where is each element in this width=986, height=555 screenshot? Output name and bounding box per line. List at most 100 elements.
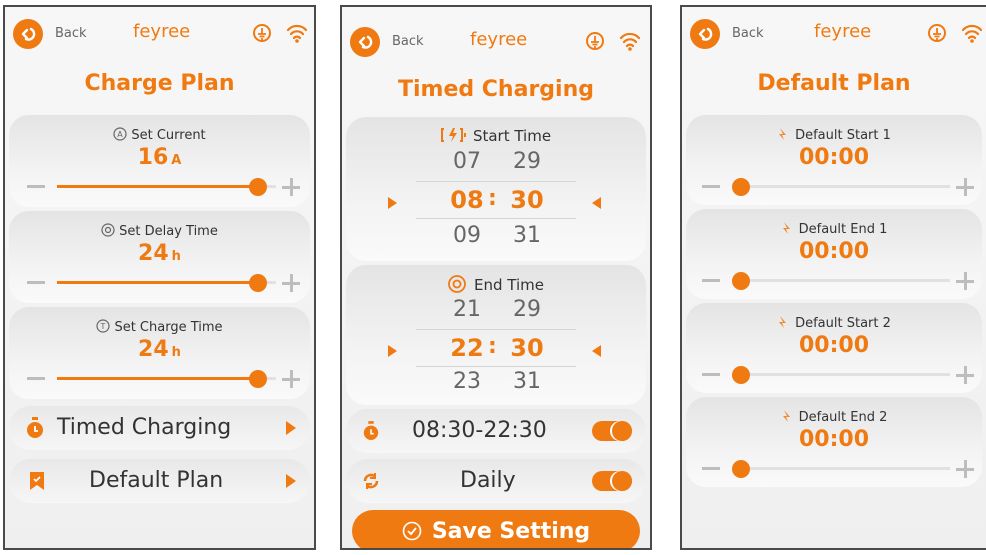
page-title: Charge Plan: [84, 71, 235, 96]
charge-time-label: T Set Charge Time: [9, 319, 310, 335]
start-minute-selected[interactable]: 30: [502, 186, 552, 214]
end-minute-selected[interactable]: 30: [502, 334, 552, 362]
repeat-row: Daily: [346, 459, 646, 503]
back-arrow-icon: [358, 35, 373, 49]
brand-logo: feyree: [133, 21, 191, 42]
chevron-right-icon: [286, 421, 296, 435]
charge-time-icon: T: [96, 319, 111, 333]
default-end-2-knob[interactable]: [732, 460, 750, 478]
increase-button[interactable]: [956, 366, 974, 384]
back-label[interactable]: Back: [732, 26, 764, 41]
wifi-icon: [961, 24, 983, 43]
delay-slider-knob[interactable]: [249, 274, 267, 292]
page-title: Default Plan: [757, 71, 911, 96]
default-end-2-card: Default End 2 00:00: [686, 397, 982, 487]
back-button[interactable]: [690, 19, 720, 49]
back-button[interactable]: [350, 27, 380, 57]
menu-label-default-plan: Default Plan: [89, 468, 224, 493]
back-label[interactable]: Back: [392, 34, 424, 49]
battery-charging-icon: [440, 128, 466, 142]
time-range-value: 08:30-22:30: [412, 418, 547, 443]
end-colon: :: [488, 334, 497, 359]
top-bar: Back feyree: [682, 7, 986, 59]
end-minute-next[interactable]: 31: [502, 369, 552, 394]
selected-indicator-left: [388, 197, 397, 209]
end-minute-prev[interactable]: 29: [502, 297, 552, 322]
ground-icon: [928, 24, 946, 42]
delay-slider[interactable]: [25, 271, 300, 295]
chevron-right-icon: [286, 474, 296, 488]
timed-charging-toggle[interactable]: [592, 421, 632, 441]
repeat-value: Daily: [460, 468, 516, 493]
decrease-button[interactable]: [702, 373, 720, 376]
start-minute-next[interactable]: 31: [502, 223, 552, 248]
default-end-1-knob[interactable]: [732, 272, 750, 290]
svg-text:T: T: [100, 322, 106, 331]
current-value: 16 A: [137, 145, 182, 170]
bookmark-icon: [30, 472, 44, 490]
decrease-button[interactable]: [702, 279, 720, 282]
delay-icon: [101, 223, 115, 237]
current-setting-card: A Set Current 16 A: [9, 115, 310, 207]
menu-label-timed-charging: Timed Charging: [57, 415, 232, 440]
charge-plan-screen: Back feyree Charge Plan A Set Current 16 A…: [3, 5, 316, 550]
increase-button[interactable]: [282, 370, 300, 388]
increase-button[interactable]: [282, 178, 300, 196]
svg-text:A: A: [118, 130, 124, 139]
end-hour-next[interactable]: 23: [442, 369, 492, 394]
charge-time-value: 24 h: [138, 337, 181, 362]
default-start-1-knob[interactable]: [732, 178, 750, 196]
increase-button[interactable]: [956, 272, 974, 290]
end-hour-prev[interactable]: 21: [442, 297, 492, 322]
menu-item-timed-charging[interactable]: Timed Charging: [9, 406, 310, 450]
delay-label: Set Delay Time: [9, 223, 310, 239]
start-hour-selected[interactable]: 08: [442, 186, 492, 214]
start-colon: :: [488, 186, 497, 211]
back-label[interactable]: Back: [55, 26, 87, 41]
default-start-2-knob[interactable]: [732, 366, 750, 384]
save-setting-button[interactable]: Save Setting: [352, 510, 640, 548]
default-start-2-value: 00:00: [798, 333, 870, 358]
plug-icon: [779, 316, 787, 328]
charge-time-slider[interactable]: [25, 367, 300, 391]
end-time-card: End Time 21 29 22 : 30 23 31: [346, 265, 646, 405]
current-slider-knob[interactable]: [249, 178, 267, 196]
decrease-button[interactable]: [702, 467, 720, 470]
stopwatch-icon: [27, 417, 43, 438]
default-end-1-slider[interactable]: [700, 269, 974, 293]
decrease-button[interactable]: [702, 185, 720, 188]
default-plan-screen: Back feyree Default Plan Default Start 1…: [680, 5, 986, 550]
end-hour-selected[interactable]: 22: [442, 334, 492, 362]
start-minute-prev[interactable]: 29: [502, 149, 552, 174]
brand-logo: feyree: [470, 29, 528, 50]
check-circle-icon: [402, 521, 422, 541]
menu-item-default-plan[interactable]: Default Plan: [9, 459, 310, 503]
repeat-toggle[interactable]: [592, 471, 632, 491]
default-start-2-slider[interactable]: [700, 363, 974, 387]
back-button[interactable]: [13, 19, 43, 49]
selected-indicator-right: [592, 345, 601, 357]
delay-value: 24 h: [138, 241, 181, 266]
plug-icon: [779, 128, 787, 140]
default-start-1-value: 00:00: [798, 145, 870, 170]
default-start-1-slider[interactable]: [700, 175, 974, 199]
charge-time-track-fill: [57, 377, 257, 380]
current-label: A Set Current: [9, 127, 310, 143]
top-bar: Back feyree: [342, 7, 650, 59]
increase-button[interactable]: [282, 274, 300, 292]
increase-button[interactable]: [956, 178, 974, 196]
increase-button[interactable]: [956, 460, 974, 478]
current-slider[interactable]: [25, 175, 300, 199]
ground-icon: [253, 24, 271, 42]
start-time-card: Start Time 07 29 08 : 30 09 31: [346, 117, 646, 261]
start-hour-next[interactable]: 09: [442, 223, 492, 248]
start-hour-prev[interactable]: 07: [442, 149, 492, 174]
plug-icon: [782, 222, 790, 234]
decrease-button[interactable]: [27, 185, 45, 188]
end-time-label: End Time: [346, 275, 646, 294]
default-end-2-slider[interactable]: [700, 457, 974, 481]
decrease-button[interactable]: [27, 377, 45, 380]
decrease-button[interactable]: [27, 281, 45, 284]
current-icon: A: [113, 127, 127, 141]
charge-time-slider-knob[interactable]: [249, 370, 267, 388]
